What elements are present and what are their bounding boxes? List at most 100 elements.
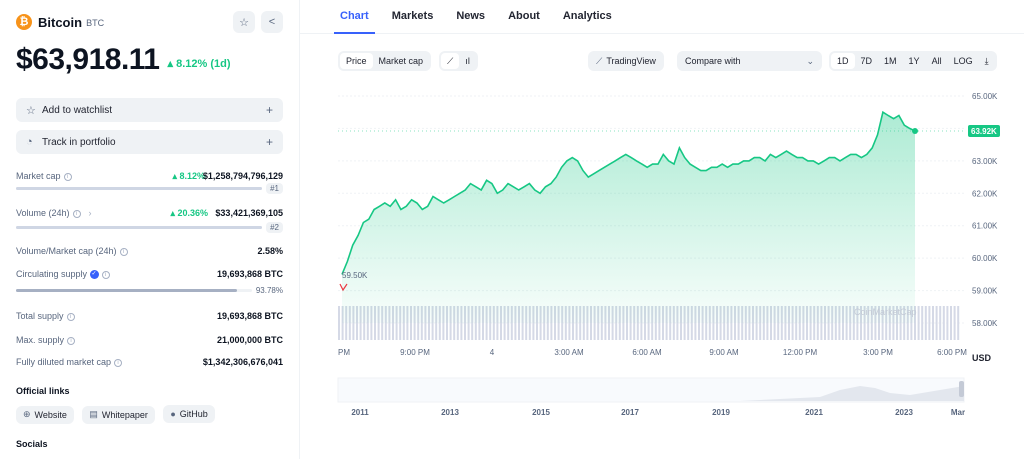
bitcoin-logo-icon: ₿ (16, 14, 32, 30)
whitepaper-link[interactable]: ▤ Whitepaper (82, 405, 155, 424)
timeline-tick-label: 2011 (351, 408, 369, 417)
verified-badge-icon: ✓ (89, 270, 99, 280)
add-to-watchlist-label: Add to watchlist (42, 104, 113, 116)
circulating-supply-bar (16, 289, 252, 292)
market-cap-label: Market cap i (16, 171, 72, 181)
x-tick-label: 3:00 AM (554, 348, 584, 357)
timeline-tick-label: Mar (951, 408, 965, 417)
add-to-watchlist-button[interactable]: ☆ Add to watchlist + (16, 98, 283, 122)
volume-rank: #2 (266, 222, 283, 233)
max-supply-value: 21,000,000 BTC (216, 335, 283, 345)
coin-stats-panel: ₿ Bitcoin BTC ☆ < $63,918.11 ▴ 8.12% (1d… (0, 0, 300, 459)
info-icon[interactable]: i (101, 270, 110, 279)
volume-bar (935, 306, 938, 340)
circulating-supply-label: Circulating supply ✓ i (16, 269, 110, 280)
market-cap-rank: #1 (266, 183, 283, 194)
volume-bar (950, 306, 952, 340)
price-change-text: 8.12% (1d) (176, 57, 231, 70)
x-tick-label: 3:00 PM (863, 348, 893, 357)
info-icon[interactable]: i (119, 247, 128, 256)
fully-diluted-market-cap-label: Fully diluted market cap i (16, 357, 123, 367)
globe-icon: ⊕ (23, 409, 31, 419)
chevron-right-icon[interactable]: › (89, 208, 92, 218)
y-tick-label: 58.00K (972, 319, 998, 328)
price-row: $63,918.11 ▴ 8.12% (1d) (16, 43, 283, 76)
volume-bar (924, 306, 927, 340)
timeline-navigator: 2011 2013 2015 2017 2019 2021 2023 Mar (337, 377, 965, 417)
info-icon[interactable]: i (66, 312, 75, 321)
low-price-label: 59.50K (342, 271, 368, 280)
star-icon: ☆ (26, 104, 36, 117)
info-icon[interactable]: i (63, 172, 72, 181)
x-tick-label: PM (338, 348, 350, 357)
volume-bar (932, 306, 934, 340)
track-in-portfolio-button[interactable]: ◔ Track in portfolio + (16, 130, 283, 154)
coin-price: $63,918.11 (16, 43, 160, 76)
x-tick-label: 9:00 PM (400, 348, 430, 357)
x-axis-ticks: PM 9:00 PM 4 3:00 AM 6:00 AM 9:00 AM 12:00 PM 3… (338, 348, 967, 357)
info-icon[interactable]: i (72, 209, 81, 218)
total-supply-label: Total supply i (16, 311, 75, 321)
current-price-label: 63.92K (971, 127, 997, 136)
star-icon[interactable]: ☆ (233, 11, 255, 33)
volume-bar (946, 306, 949, 340)
timeline-tick-label: 2017 (621, 408, 639, 417)
y-tick-label: 62.00K (972, 189, 998, 198)
timeline-tick-label: 2023 (895, 408, 913, 417)
price-chart[interactable]: 65.00K64.00K63.00K62.00K61.00K60.00K59.0… (300, 0, 1024, 459)
volume-bar (957, 306, 960, 340)
official-links-title: Official links (16, 386, 70, 396)
market-cap-bar (16, 187, 262, 190)
circulating-supply-percent: 93.78% (255, 286, 283, 295)
circulating-supply-value: 19,693,868 BTC (216, 269, 283, 279)
timeline-tick-label: 2013 (441, 408, 459, 417)
volume-bar (16, 226, 262, 229)
y-tick-label: 65.00K (972, 92, 998, 101)
github-link[interactable]: ● GitHub (163, 405, 215, 423)
y-tick-label: 61.00K (972, 222, 998, 231)
x-tick-label: 9:00 AM (709, 348, 739, 357)
watermark-text: CoinMarketCap (854, 307, 917, 317)
fully-diluted-market-cap-value: $1,342,306,676,041 (202, 357, 283, 367)
share-icon[interactable]: < (261, 11, 283, 33)
plus-icon: + (265, 103, 273, 117)
timeline-handle (959, 381, 964, 397)
chart-panel: Chart Markets News About Analytics Price… (300, 0, 1024, 459)
socials-title: Socials (16, 439, 48, 449)
x-tick-label: 4 (490, 348, 495, 357)
total-supply-value: 19,693,868 BTC (216, 311, 283, 321)
x-tick-label: 6:00 PM (937, 348, 967, 357)
volume-bar (942, 306, 945, 340)
official-links: ⊕ Website ▤ Whitepaper ● GitHub (16, 404, 219, 424)
coin-header: ₿ Bitcoin BTC ☆ < (16, 0, 283, 44)
track-in-portfolio-label: Track in portfolio (42, 136, 116, 148)
price-change: ▴ 8.12% (1d) (167, 57, 231, 70)
y-tick-label: 59.00K (972, 287, 998, 296)
volume-bar (338, 306, 340, 340)
market-cap-value: $1,258,794,796,129 (202, 171, 283, 181)
plus-icon: + (265, 135, 273, 149)
y-tick-label: 60.00K (972, 254, 998, 263)
volume-bar (917, 306, 920, 340)
volume-market-cap-value: 2.58% (257, 246, 283, 256)
volume-value: $33,421,369,105 (215, 208, 283, 218)
volume-bar (953, 306, 956, 340)
coin-symbol: BTC (86, 18, 105, 28)
info-icon[interactable]: i (114, 358, 123, 367)
timeline-tick-label: 2019 (712, 408, 730, 417)
info-icon[interactable]: i (67, 336, 76, 345)
volume-change: ▴ 20.36% (170, 208, 208, 218)
github-icon: ● (170, 409, 176, 419)
pie-chart-icon: ◔ (26, 136, 33, 148)
x-tick-label: 6:00 AM (632, 348, 662, 357)
website-link[interactable]: ⊕ Website (16, 405, 74, 424)
max-supply-label: Max. supply i (16, 335, 76, 345)
timeline-tick-label: 2021 (805, 408, 823, 417)
document-icon: ▤ (89, 409, 98, 419)
y-tick-label: 63.00K (972, 157, 998, 166)
volume-bar (939, 306, 942, 340)
timeline-tick-label: 2015 (532, 408, 550, 417)
x-tick-label: 12:00 PM (783, 348, 818, 357)
coin-name: Bitcoin (38, 14, 83, 30)
volume-label: Volume (24h) i › (16, 208, 92, 218)
